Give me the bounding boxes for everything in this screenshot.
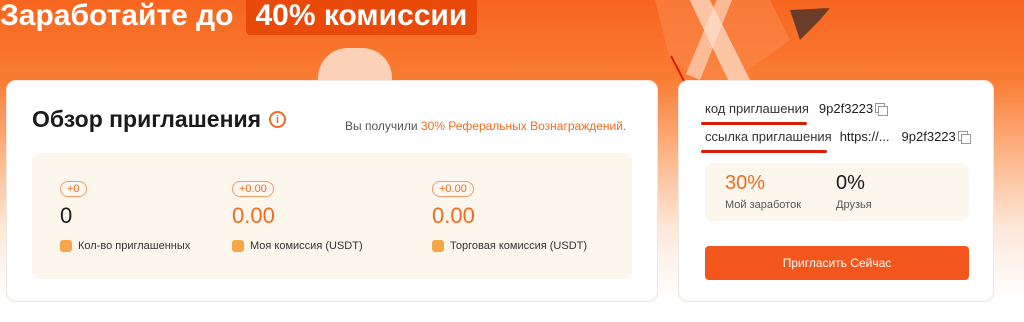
my-earnings-label: Мой заработок: [725, 199, 802, 211]
referral-note-prefix: Вы получили: [345, 119, 418, 133]
stat-invited-count: +0 0 Кол-во приглашенных: [60, 179, 190, 252]
invite-link-value-prefix: https://...: [839, 129, 890, 144]
stat-delta: +0.00: [432, 181, 474, 197]
info-icon[interactable]: i: [269, 111, 287, 128]
invite-link-row: ссылка приглашения https://... 9p2f3223: [705, 129, 971, 144]
stat-label-text: Моя комиссия (USDT): [250, 240, 363, 252]
friends-share-value: 0%: [836, 172, 865, 194]
overview-title: Обзор приглашения i: [32, 106, 287, 133]
invitation-overview-card: Обзор приглашения i Вы получили 30% Рефе…: [6, 80, 658, 302]
invite-code-value: 9p2f3223: [818, 101, 874, 116]
invite-now-button[interactable]: Пригласить Сейчас: [705, 246, 969, 280]
annotation-underline: [701, 150, 827, 153]
stat-label: Моя комиссия (USDT): [232, 240, 363, 252]
coin-icon: [432, 240, 444, 252]
friends-share: 0% Друзья: [836, 172, 872, 211]
annotation-underline: [701, 122, 807, 125]
invite-link-label: ссылка приглашения: [705, 129, 832, 144]
banner-title: Заработайте до 40% комиссии: [0, 0, 478, 36]
people-icon: [60, 240, 72, 252]
friends-share-label: Друзья: [836, 199, 872, 211]
stat-label-text: Торговая комиссия (USDT): [450, 240, 588, 252]
stat-label: Торговая комиссия (USDT): [432, 240, 587, 252]
invite-card: код приглашения 9p2f3223 ссылка приглаше…: [678, 80, 994, 302]
my-earnings: 30% Мой заработок: [725, 172, 801, 211]
banner-title-highlight: 40% комиссии: [245, 0, 478, 35]
my-earnings-value: 30%: [725, 172, 766, 194]
referral-note-accent: 30% Реферальных Вознаграждений.: [420, 119, 627, 133]
stat-label-text: Кол-во приглашенных: [78, 240, 191, 252]
invite-code-label: код приглашения: [705, 101, 809, 116]
coin-icon: [232, 240, 244, 252]
copy-link-icon[interactable]: [957, 130, 971, 144]
earnings-split-panel: 30% Мой заработок 0% Друзья: [705, 163, 969, 221]
stat-trading-commission: +0.00 0.00 Торговая комиссия (USDT): [432, 179, 587, 252]
stat-value: 0.00: [232, 203, 275, 228]
stat-value: 0.00: [432, 203, 475, 228]
overview-title-text: Обзор приглашения: [32, 106, 262, 132]
copy-code-icon[interactable]: [875, 102, 889, 116]
stats-panel: +0 0 Кол-во приглашенных +0.00 0.00 Моя …: [32, 153, 632, 279]
stat-delta: +0.00: [232, 181, 274, 197]
referral-note: Вы получили 30% Реферальных Вознагражден…: [345, 119, 626, 133]
stat-my-commission: +0.00 0.00 Моя комиссия (USDT): [232, 179, 363, 252]
invite-code-row: код приглашения 9p2f3223: [705, 101, 889, 116]
stat-delta: +0: [60, 181, 87, 197]
stat-label: Кол-во приглашенных: [60, 240, 190, 252]
banner-title-prefix: Заработайте до: [0, 0, 234, 32]
stat-value: 0: [60, 203, 73, 228]
invite-link-value-suffix: 9p2f3223: [901, 129, 956, 144]
